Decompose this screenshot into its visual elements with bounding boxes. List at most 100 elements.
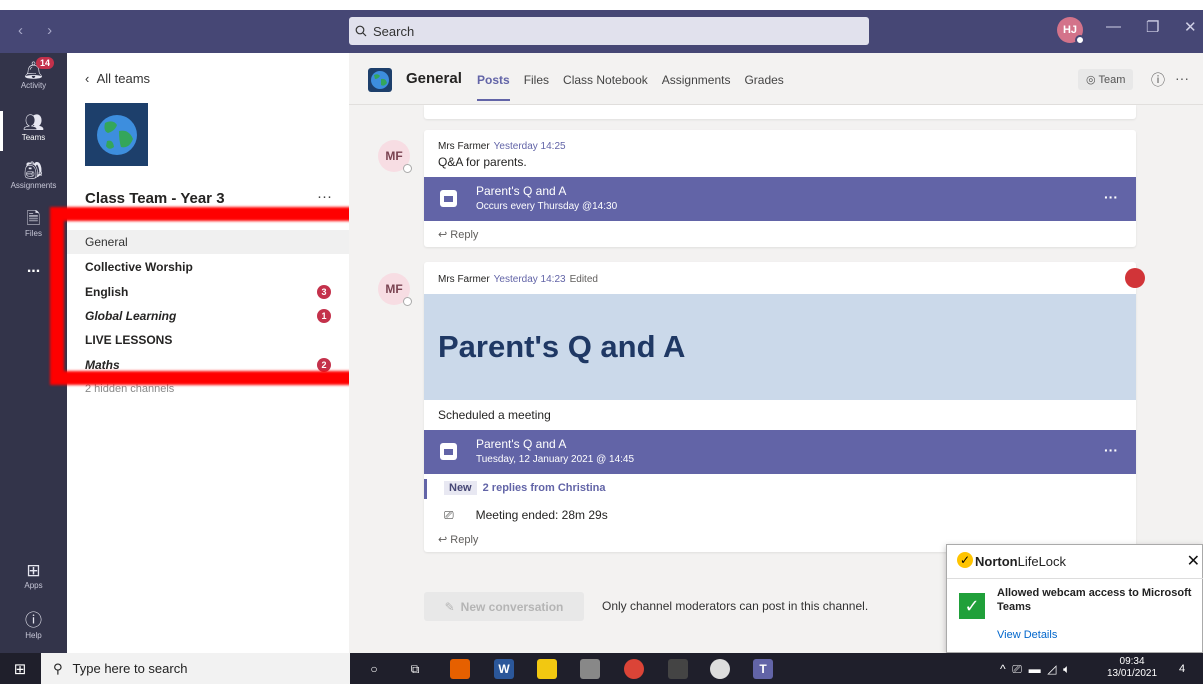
meeting-ended-icon: ⎚ xyxy=(444,508,454,522)
search-icon: ⚲ xyxy=(53,660,63,676)
more-options-icon[interactable]: ··· xyxy=(1175,70,1189,86)
teams-icon: 👥︎ xyxy=(22,113,45,132)
info-icon[interactable]: ⓘ xyxy=(1151,70,1165,90)
notifications-icon[interactable]: 4 xyxy=(1172,659,1192,679)
replies-summary[interactable]: New 2 replies from Christina xyxy=(424,479,1136,499)
channel-tabs: Posts Files Class Notebook Assignments G… xyxy=(477,73,784,101)
close-icon[interactable]: ✕ xyxy=(1184,18,1197,36)
compose-icon: ✎ xyxy=(444,599,455,614)
tab-class-notebook[interactable]: Class Notebook xyxy=(563,73,648,101)
teams-taskbar-icon[interactable]: T xyxy=(753,659,773,679)
search-input[interactable]: Search xyxy=(349,17,869,45)
title-bar: ‹ › Search HJ — ❐ ✕ xyxy=(0,10,1203,53)
paint-icon[interactable] xyxy=(580,659,600,679)
rail-assignments[interactable]: 🎒︎ Assignments xyxy=(0,161,67,190)
checkmark-icon: ✓ xyxy=(957,552,973,568)
globe-icon xyxy=(371,71,389,89)
user-avatar[interactable]: HJ xyxy=(1057,17,1085,45)
replies-link: 2 replies from Christina xyxy=(482,482,606,494)
rail-apps[interactable]: ⊞ Apps xyxy=(0,561,67,590)
restore-icon[interactable]: ❐ xyxy=(1146,18,1159,36)
minimize-icon[interactable]: — xyxy=(1106,18,1121,35)
more-options-icon[interactable]: ··· xyxy=(1104,442,1118,458)
search-placeholder: Search xyxy=(373,23,415,39)
tab-files[interactable]: Files xyxy=(524,73,549,101)
tab-assignments[interactable]: Assignments xyxy=(662,73,731,101)
firefox-icon[interactable] xyxy=(450,659,470,679)
meeting-card[interactable]: Parent's Q and A Occurs every Thursday @… xyxy=(424,177,1136,221)
team-button[interactable]: ◎ Team xyxy=(1078,69,1134,90)
author-name: Mrs Farmer xyxy=(438,141,490,152)
help-icon: ⓘ xyxy=(25,611,42,630)
author-name: Mrs Farmer xyxy=(438,274,490,285)
taskbar: ⊞ ⚲ Type here to search ○ ⧉ W T ^ ⎚ ▬ ◿ … xyxy=(0,653,1203,684)
norton-header: ✓ NortonLifeLock ✕ xyxy=(947,545,1203,579)
reply-button[interactable]: ↩ Reply xyxy=(438,533,478,546)
norton-tray-icon[interactable] xyxy=(710,659,730,679)
search-icon xyxy=(355,25,367,37)
view-details-link[interactable]: View Details xyxy=(997,629,1057,641)
presence-icon xyxy=(403,297,412,306)
windows-start-icon[interactable]: ⊞ xyxy=(10,659,30,679)
meeting-card[interactable]: Parent's Q and A Tuesday, 12 January 202… xyxy=(424,430,1136,474)
message-card: Mrs Farmer Yesterday 14:23 Edited Parent's… xyxy=(424,262,1136,552)
close-icon[interactable]: ✕ xyxy=(1187,551,1200,571)
reply-button[interactable]: ↩ Reply xyxy=(438,228,478,241)
team-more-options[interactable]: ··· xyxy=(317,188,332,205)
rail-teams[interactable]: 👥︎ Teams xyxy=(0,113,67,142)
team-logo xyxy=(85,103,148,166)
message-text: Q&A for parents. xyxy=(438,155,527,169)
team-name: Class Team - Year 3 xyxy=(85,190,225,207)
message-card: Mrs Farmer Yesterday 14:25 Q&A for parent… xyxy=(424,130,1136,247)
clock[interactable]: 09:34 13/01/2021 xyxy=(1107,656,1157,680)
norton-message: Allowed webcam access to Microsoft Teams xyxy=(997,587,1192,613)
history-nav[interactable]: ‹ › xyxy=(18,22,62,39)
previous-message-tail xyxy=(424,105,1136,119)
camera-icon[interactable] xyxy=(668,659,688,679)
meeting-schedule: Occurs every Thursday @14:30 xyxy=(476,201,618,212)
avatar[interactable]: MF xyxy=(378,273,412,306)
meeting-ended-text: Meeting ended: 28m 29s xyxy=(475,508,608,522)
message-text: Scheduled a meeting xyxy=(438,408,551,422)
chrome-icon[interactable] xyxy=(624,659,644,679)
avatar[interactable]: MF xyxy=(378,140,412,173)
rail-activity[interactable]: 🔔︎ Activity 14 xyxy=(0,57,67,90)
reply-icon: ↩ xyxy=(438,534,451,546)
assignments-icon: 🎒︎ xyxy=(22,161,45,180)
norton-notification: ✓ NortonLifeLock ✕ ✓ Allowed webcam acce… xyxy=(946,544,1203,653)
presence-icon xyxy=(1075,35,1085,45)
globe-icon xyxy=(96,114,137,155)
rail-help[interactable]: ⓘ Help xyxy=(0,611,67,640)
team-logo-small xyxy=(368,68,392,92)
edited-label: Edited xyxy=(569,274,598,285)
calendar-icon xyxy=(440,443,457,460)
activity-badge: 14 xyxy=(36,57,55,69)
meeting-title: Parent's Q and A xyxy=(476,184,567,198)
timestamp: Yesterday 14:23 xyxy=(493,274,566,285)
system-tray[interactable]: ^ ⎚ ▬ ◿ 🔈︎ xyxy=(1000,662,1070,677)
reply-icon: ↩ xyxy=(438,229,451,241)
meeting-ended-row: ⎚ Meeting ended: 28m 29s xyxy=(444,508,608,523)
channel-header: General Posts Files Class Notebook Assig… xyxy=(349,53,1203,105)
word-icon[interactable]: W xyxy=(494,659,514,679)
eye-icon: ◎ xyxy=(1086,74,1099,86)
presence-icon xyxy=(403,164,412,173)
meeting-title: Parent's Q and A xyxy=(476,437,567,451)
cortana-icon[interactable]: ○ xyxy=(364,659,384,679)
task-view-icon[interactable]: ⧉ xyxy=(405,659,425,679)
new-badge: New xyxy=(444,481,477,495)
new-conversation-button[interactable]: ✎ New conversation xyxy=(424,592,584,621)
taskbar-search[interactable]: ⚲ Type here to search xyxy=(41,653,350,684)
norton-logo: NortonLifeLock xyxy=(975,554,1067,569)
tab-posts[interactable]: Posts xyxy=(477,73,510,101)
file-explorer-icon[interactable] xyxy=(537,659,557,679)
announcement-banner: Parent's Q and A xyxy=(424,294,1136,400)
more-options-icon[interactable]: ··· xyxy=(1104,189,1118,205)
bell-icon: 🔔︎ xyxy=(22,61,45,80)
announcement-title: Parent's Q and A xyxy=(438,329,686,364)
all-teams-link[interactable]: ‹ All teams xyxy=(85,71,150,86)
timestamp: Yesterday 14:25 xyxy=(493,141,566,152)
announcement-icon xyxy=(1125,268,1145,288)
calendar-icon xyxy=(440,190,457,207)
tab-grades[interactable]: Grades xyxy=(744,73,783,101)
